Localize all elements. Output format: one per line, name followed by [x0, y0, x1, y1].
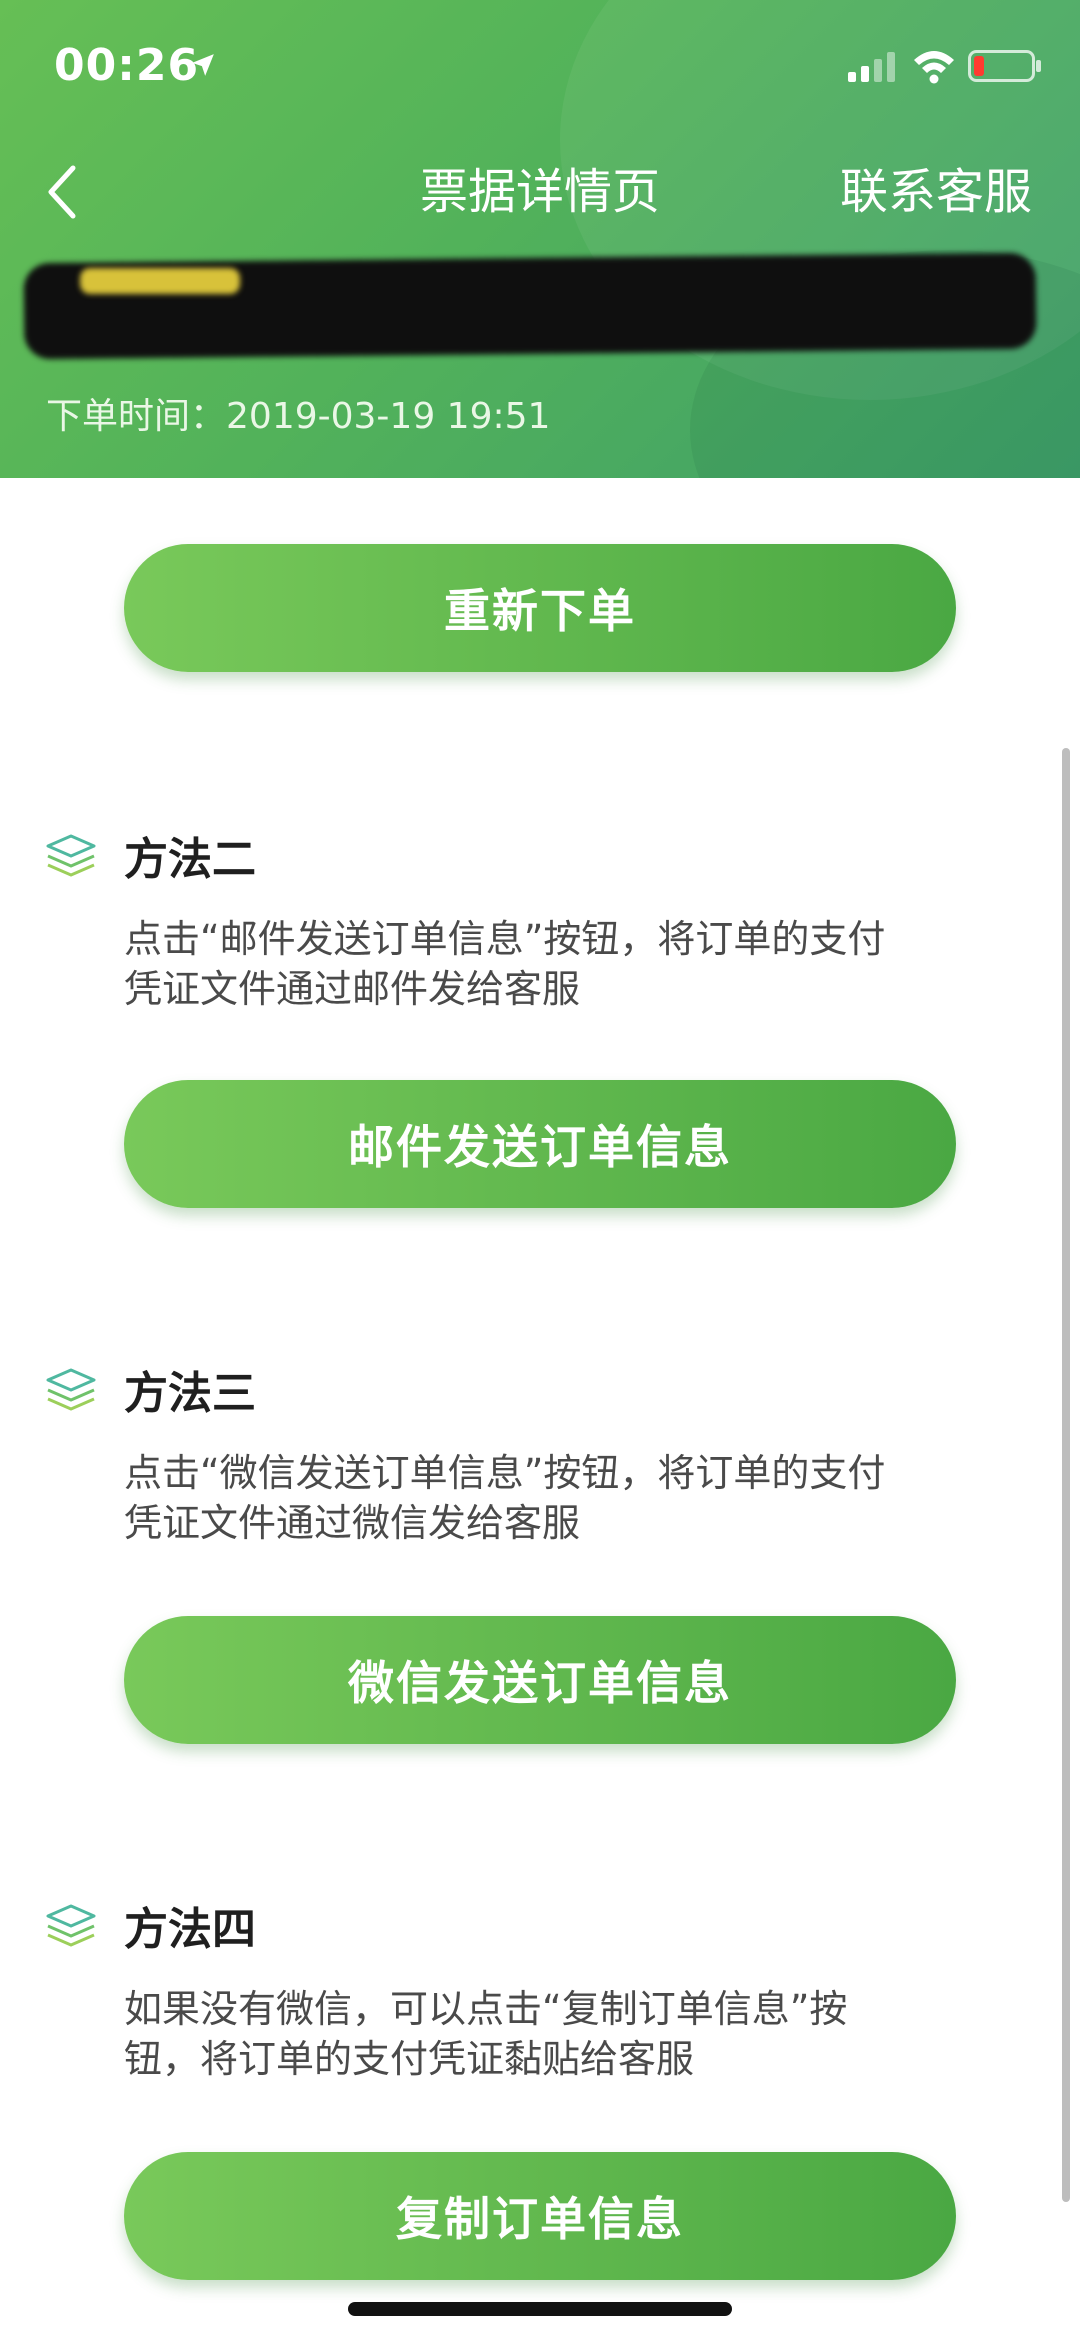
reorder-button[interactable]: 重新下单 — [124, 544, 956, 672]
redacted-info-accent — [80, 268, 240, 294]
cellular-signal-icon — [848, 52, 895, 82]
contact-service-link[interactable]: 联系客服 — [840, 160, 1032, 224]
method-four-title: 方法四 — [124, 1904, 256, 1955]
wifi-icon — [914, 51, 954, 84]
battery-icon — [968, 50, 1041, 82]
wechat-send-button[interactable]: 微信发送订单信息 — [124, 1616, 956, 1744]
method-three-description: 点击“微信发送订单信息”按钮，将订单的支付 凭证文件通过微信发给客服 — [124, 1451, 886, 1545]
scrollbar[interactable] — [1062, 748, 1070, 2202]
method-three-title: 方法三 — [124, 1368, 256, 1419]
email-send-button[interactable]: 邮件发送订单信息 — [124, 1080, 956, 1208]
order-time-label: 下单时间： — [46, 396, 227, 437]
content: 重新下单 方法二 点击“邮件发送订单信息”按钮，将订单的支付 凭证文件通过邮件发… — [0, 478, 1080, 2338]
method-two-description: 点击“邮件发送订单信息”按钮，将订单的支付 凭证文件通过邮件发给客服 — [124, 917, 886, 1011]
layers-icon — [46, 1368, 96, 1411]
home-indicator[interactable] — [348, 2302, 732, 2316]
location-arrow-icon — [192, 54, 214, 76]
order-time: 下单时间：2019-03-19 19:51 — [46, 394, 550, 440]
layers-icon — [46, 1904, 96, 1947]
header: 00:26 票据详情页 联系客服 下单时间：2019-03-19 19:51 — [0, 0, 1080, 478]
copy-order-info-button[interactable]: 复制订单信息 — [124, 2152, 956, 2280]
order-time-value: 2019-03-19 19:51 — [226, 396, 551, 437]
method-two-title: 方法二 — [124, 834, 256, 885]
status-bar: 00:26 — [0, 0, 1080, 132]
ticket-detail-screen: 00:26 票据详情页 联系客服 下单时间：2019-03-19 19:51 重… — [0, 0, 1080, 2338]
status-time: 00:26 — [54, 40, 200, 91]
layers-icon — [46, 834, 96, 877]
method-four-description: 如果没有微信，可以点击“复制订单信息”按 钮，将订单的支付凭证黏贴给客服 — [124, 1987, 848, 2081]
